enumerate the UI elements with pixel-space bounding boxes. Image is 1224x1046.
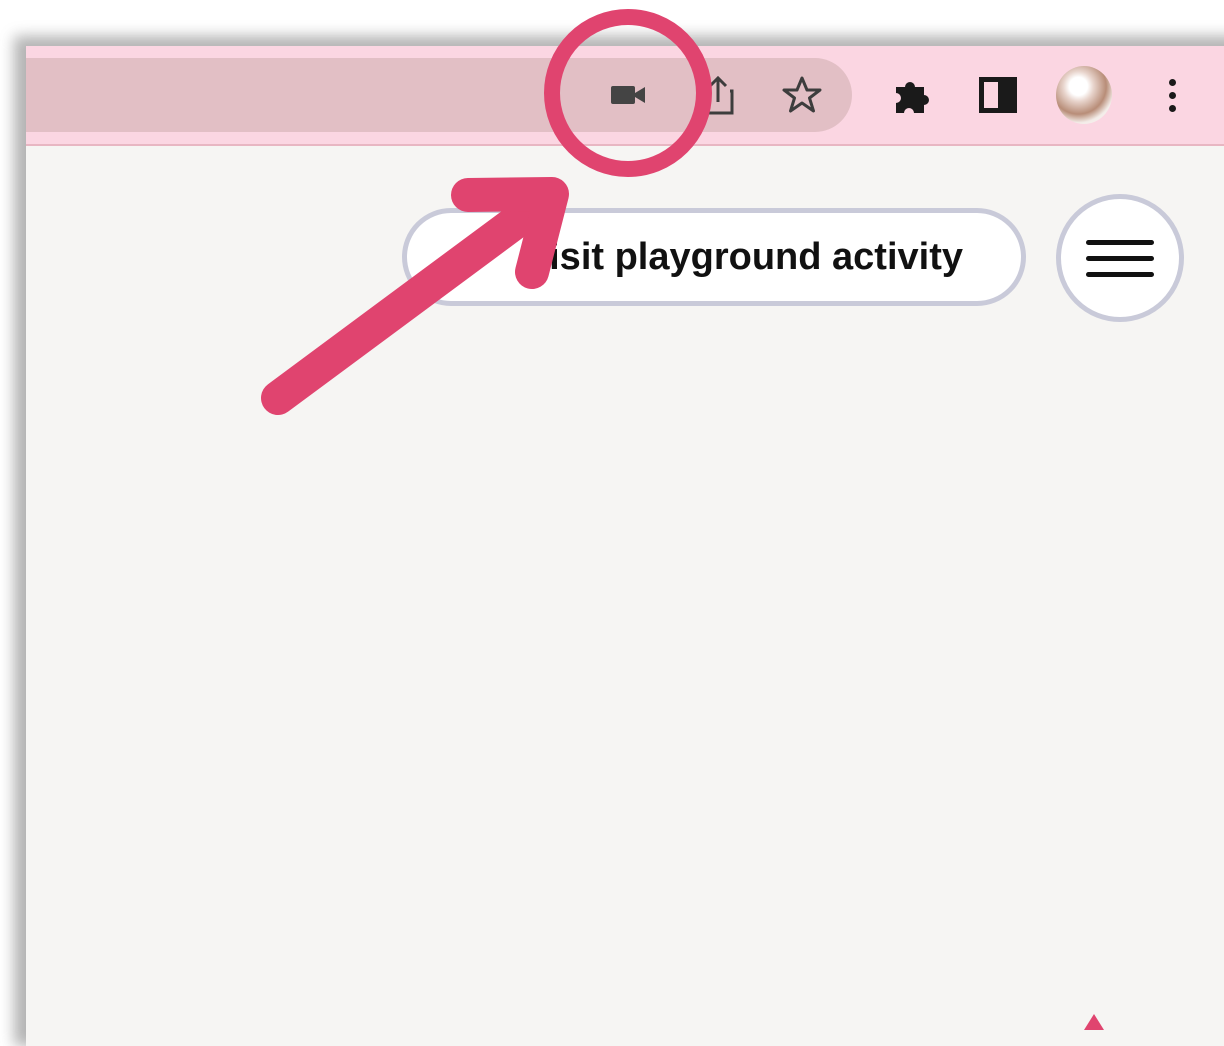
browser-window: Visit playground activity (26, 46, 1224, 1046)
side-panel-icon[interactable] (970, 58, 1026, 132)
avatar[interactable] (1056, 58, 1112, 132)
visit-playground-button[interactable]: Visit playground activity (402, 208, 1026, 306)
address-bar[interactable] (26, 58, 852, 132)
video-camera-icon[interactable] (598, 58, 658, 132)
browser-toolbar (26, 46, 1224, 146)
share-icon[interactable] (688, 58, 748, 132)
hamburger-icon (1086, 239, 1154, 245)
visit-playground-label: Visit playground activity (524, 235, 963, 278)
menu-button[interactable] (1056, 194, 1184, 322)
more-icon[interactable] (1144, 58, 1200, 132)
puzzle-icon[interactable] (884, 58, 940, 132)
star-icon[interactable] (772, 58, 832, 132)
profile-avatar[interactable] (1056, 66, 1112, 124)
